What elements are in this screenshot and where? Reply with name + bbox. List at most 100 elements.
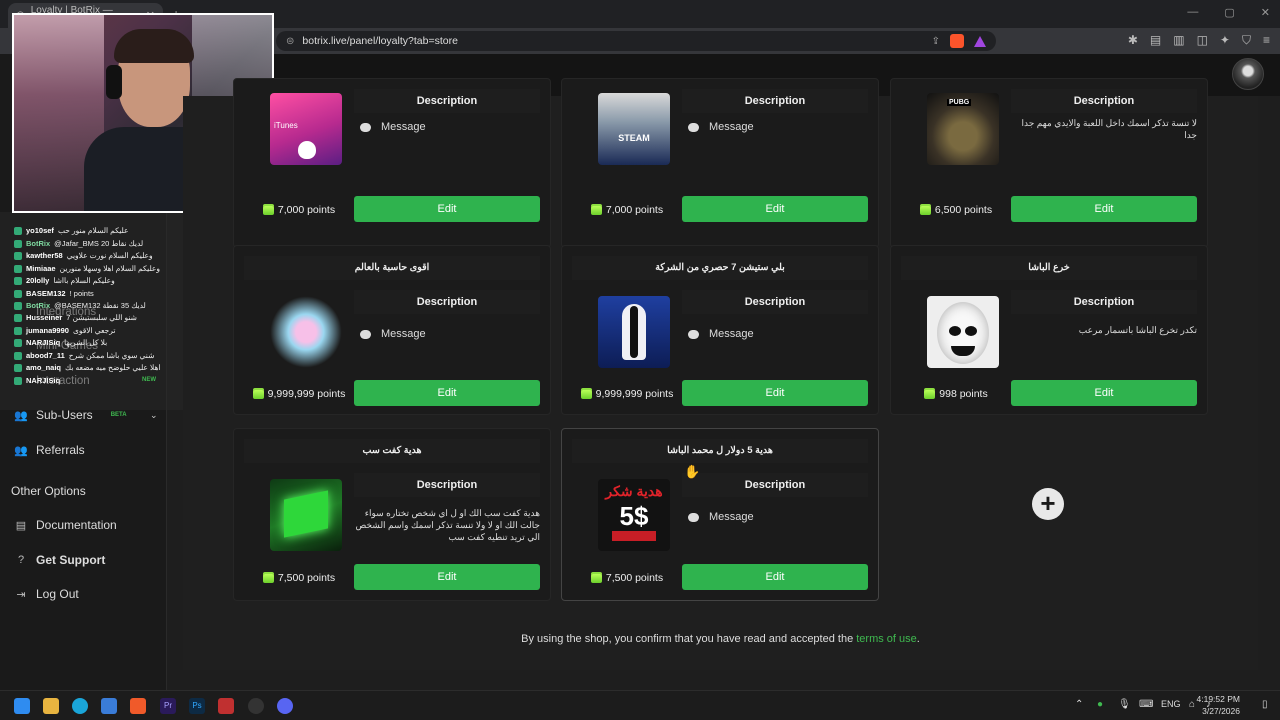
edit-button[interactable]: Edit	[682, 564, 868, 590]
points-coin-icon	[590, 205, 602, 215]
language-indicator[interactable]: ENG	[1161, 699, 1181, 709]
headset	[106, 65, 122, 99]
extensions-icon[interactable]: ✱	[1128, 33, 1138, 48]
store-icon[interactable]	[101, 698, 117, 714]
gaming-pc-image	[270, 296, 342, 368]
sidebar-toggle-icon[interactable]: ▥	[1173, 33, 1184, 48]
sidebar-item-mini-games[interactable]: Mini-Games	[36, 340, 98, 352]
wallet-icon[interactable]: ◫	[1197, 33, 1208, 48]
chat-text: وعليكم السلام اهلا وسهلا منورين	[59, 264, 161, 273]
description-text: تكدر تخرع الباشا باتسمار مرعب	[1078, 325, 1197, 335]
sidebar-item-documentation[interactable]: ▤ Documentation	[14, 518, 117, 532]
store-item-title: اقوى حاسبة بالعالم	[244, 256, 540, 280]
brave-icon[interactable]	[130, 698, 146, 714]
chat-message: 20lolly وعليكم السلام بااشا	[14, 276, 115, 285]
store-item-card: STEAM Description Message 7,000 points Edit	[561, 78, 879, 248]
add-item-button[interactable]: +	[1032, 488, 1064, 520]
edit-button[interactable]: Edit	[354, 380, 540, 406]
description-text: لا تنسة تذكر اسمك داخل اللعبة والايدي مه…	[1021, 118, 1197, 140]
edit-button[interactable]: Edit	[1011, 196, 1197, 222]
sidebar-item-interaction[interactable]: Interaction	[36, 375, 90, 387]
notifications-icon[interactable]: ▯	[1262, 699, 1268, 710]
chevron-down-icon[interactable]: ⌄	[150, 410, 158, 421]
leo-ai-icon[interactable]: ✦	[1220, 33, 1230, 48]
chat-message: BotRix @Jafar_BMS لديك نقاط 20	[14, 239, 143, 248]
gift-5-dollar-image: هدية شكر 5$	[598, 479, 670, 551]
sidebar-item-sub-users[interactable]: 👥 Sub-Users BETA	[14, 408, 126, 422]
referrals-icon: 👥	[14, 444, 28, 457]
site-info-icon[interactable]: ⊜	[286, 36, 294, 47]
sidebar-item-label: Log Out	[36, 587, 79, 601]
clock[interactable]: 4:19:52 PM 3/27/2026	[1197, 693, 1240, 717]
edge-icon[interactable]	[72, 698, 88, 714]
close-window-icon[interactable]: ✕	[1261, 6, 1270, 19]
tray-app-icon[interactable]: ●	[1097, 699, 1103, 710]
help-icon: ?	[17, 554, 25, 566]
edit-button[interactable]: Edit	[682, 196, 868, 222]
description-message: Message	[688, 121, 754, 133]
chat-badge-icon	[14, 239, 22, 248]
keyboard-icon[interactable]: ⌨	[1139, 699, 1153, 710]
message-bubble-icon	[360, 329, 371, 339]
photoshop-icon[interactable]: Ps	[189, 698, 205, 714]
sidebar-item-integrations[interactable]: Integrations	[36, 306, 96, 318]
sidebar-item-support[interactable]: ? Get Support	[14, 553, 105, 567]
chat-username: yo10sef	[26, 226, 54, 235]
terms-of-use-link[interactable]: terms of use	[856, 633, 917, 645]
chat-badge-icon	[14, 289, 22, 298]
description-heading: Description	[682, 473, 868, 497]
premiere-icon[interactable]: Pr	[160, 698, 176, 714]
sidebar-item-label: Referrals	[36, 443, 85, 457]
description-heading: Description	[354, 473, 540, 497]
description-message: Message	[688, 328, 754, 340]
chat-text: وعليكم السلام بااشا	[53, 276, 115, 285]
sidebar-item-label: Documentation	[36, 518, 117, 532]
discord-icon[interactable]	[277, 698, 293, 714]
brave-shields-icon[interactable]	[950, 34, 964, 48]
share-icon[interactable]: ⇪	[932, 36, 940, 47]
obs-icon[interactable]	[248, 698, 264, 714]
chat-username: BotRix	[26, 239, 51, 248]
ps5-console-image	[598, 296, 670, 368]
chat-badge-icon	[14, 301, 22, 310]
menu-icon[interactable]: ≡	[1263, 33, 1270, 48]
maximize-icon[interactable]: ▢	[1224, 6, 1234, 19]
sidebar-item-logout[interactable]: ⇥ Log Out	[14, 587, 79, 601]
brave-rewards-icon[interactable]	[974, 35, 986, 47]
chat-username: jumana9990	[26, 326, 69, 335]
app-icon[interactable]	[218, 698, 234, 714]
url-field[interactable]: ⊜ botrix.live/panel/loyalty?tab=store ⇪	[276, 31, 996, 51]
sidebar-item-label: Get Support	[36, 553, 106, 567]
user-avatar[interactable]	[1232, 58, 1264, 90]
sidebar-item-referrals[interactable]: 👥 Referrals	[14, 443, 85, 457]
start-icon[interactable]	[14, 698, 30, 714]
steam-gift-card-image: STEAM	[598, 93, 670, 165]
tab-search-icon[interactable]: ▤	[1150, 33, 1161, 48]
message-bubble-icon	[688, 512, 699, 522]
edit-button[interactable]: Edit	[682, 380, 868, 406]
vpn-icon[interactable]: ⛉	[1242, 33, 1251, 48]
chat-message: BASEM132! points	[14, 289, 94, 298]
description-heading: Description	[1011, 290, 1197, 314]
minimize-icon[interactable]: —	[1187, 6, 1198, 19]
chat-username: BASEM132	[26, 289, 66, 298]
price-label: 7,000 points	[244, 204, 354, 216]
store-item-card: هدية كفت سب Description هدية كفت سب الك او…	[233, 428, 551, 601]
edit-button[interactable]: Edit	[354, 564, 540, 590]
price-label: 6,500 points	[901, 204, 1011, 216]
description-message: Message	[360, 121, 426, 133]
clock-time: 4:19:52 PM	[1196, 694, 1240, 704]
tray-expand-icon[interactable]: ⌃	[1075, 699, 1083, 710]
description-heading: Description	[682, 290, 868, 314]
scary-face-image	[927, 296, 999, 368]
edit-button[interactable]: Edit	[354, 196, 540, 222]
sidebar-item-label: Sub-Users	[36, 408, 93, 422]
network-icon[interactable]: ⌂	[1189, 699, 1195, 710]
edit-button[interactable]: Edit	[1011, 380, 1197, 406]
mic-icon[interactable]: 🎙	[1118, 699, 1131, 710]
file-explorer-icon[interactable]	[43, 698, 59, 714]
price-label: 7,000 points	[572, 204, 682, 216]
store-item-card: PUBG Description لا تنسة تذكر اسمك داخل ال…	[890, 78, 1208, 248]
other-options-heading: Other Options	[11, 484, 86, 498]
chat-message: kawther58 وعليكم السلام نورت علاويي	[14, 251, 153, 260]
